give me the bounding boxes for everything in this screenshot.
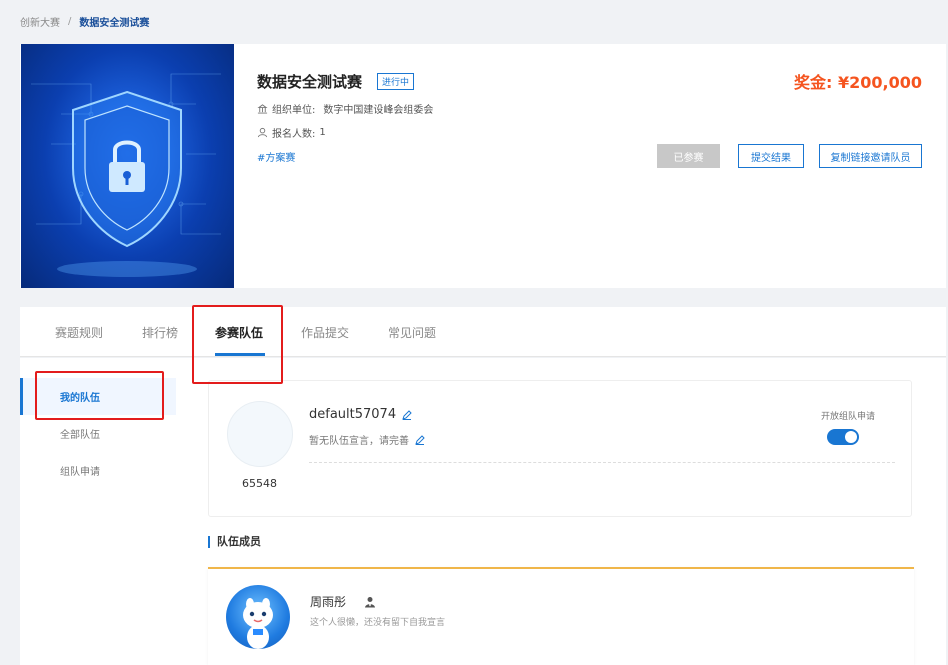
team-leader-icon bbox=[365, 596, 376, 607]
competition-banner-image bbox=[21, 44, 234, 288]
side-item-team-requests[interactable]: 组队申请 bbox=[20, 452, 176, 489]
team-card: 65548 default57074 暂无队伍宣言，请完善 开放组队申请 bbox=[208, 380, 912, 517]
member-description: 这个人很懒，还没有留下自我宣言 bbox=[310, 618, 446, 628]
team-slogan-row: 暂无队伍宣言，请完善 bbox=[309, 432, 425, 447]
members-section-title: 队伍成员 bbox=[208, 536, 261, 548]
team-name: default57074 bbox=[309, 407, 397, 422]
edit-slogan-icon[interactable] bbox=[415, 434, 425, 445]
building-icon bbox=[257, 104, 268, 114]
edit-name-icon[interactable] bbox=[402, 409, 412, 420]
divider bbox=[309, 462, 895, 463]
breadcrumb-parent-link[interactable]: 创新大赛 bbox=[20, 14, 60, 29]
shield-lock-icon bbox=[31, 73, 221, 277]
prize-value: ¥200,000 bbox=[837, 73, 922, 92]
breadcrumb: 创新大赛 / 数据安全测试赛 bbox=[20, 14, 149, 29]
highlight-box-teams-tab bbox=[192, 305, 283, 384]
tab-leaderboard[interactable]: 排行榜 bbox=[142, 324, 178, 341]
competition-type-tag[interactable]: #方案赛 bbox=[257, 149, 295, 164]
prize-amount: 奖金: ¥200,000 bbox=[794, 69, 922, 93]
tab-rules[interactable]: 赛题规则 bbox=[55, 324, 103, 341]
tab-submission[interactable]: 作品提交 bbox=[301, 324, 349, 341]
avatar[interactable] bbox=[226, 585, 290, 649]
copy-invite-link-button[interactable]: 复制链接邀请队员 bbox=[819, 144, 922, 168]
organizer-value: 数字中国建设峰会组委会 bbox=[323, 105, 434, 116]
breadcrumb-current: 数据安全测试赛 bbox=[79, 18, 150, 29]
team-avatar[interactable] bbox=[227, 401, 293, 467]
member-card: 周雨彤 这个人很懒，还没有留下自我宣言 bbox=[208, 567, 914, 665]
status-badge: 进行中 bbox=[377, 73, 415, 90]
tab-bar: 赛题规则 排行榜 参赛队伍 作品提交 常见问题 bbox=[20, 307, 946, 357]
open-apply-toggle[interactable] bbox=[827, 429, 859, 445]
competition-header: 数据安全测试赛 进行中 组织单位: 数字中国建设峰会组委会 报名人数: 1 #方… bbox=[20, 44, 946, 288]
highlight-box-my-team bbox=[35, 371, 164, 420]
prize-label: 奖金: bbox=[794, 73, 833, 92]
user-icon bbox=[257, 127, 268, 138]
open-apply-label: 开放组队申请 bbox=[820, 412, 875, 422]
member-name: 周雨彤 bbox=[310, 595, 347, 609]
signup-count: 1 bbox=[319, 127, 326, 138]
organizer-label: 组织单位: bbox=[272, 105, 316, 116]
joined-button[interactable]: 已参赛 bbox=[657, 144, 720, 168]
organizer-row: 组织单位: 数字中国建设峰会组委会 bbox=[257, 101, 433, 116]
competition-title: 数据安全测试赛 bbox=[257, 73, 363, 91]
team-id: 65548 bbox=[242, 477, 277, 490]
team-slogan: 暂无队伍宣言，请完善 bbox=[309, 436, 409, 447]
member-name-row: 周雨彤 bbox=[310, 593, 376, 610]
team-name-row: default57074 bbox=[309, 407, 412, 422]
signup-label: 报名人数: bbox=[272, 129, 316, 140]
mascot-avatar-icon bbox=[243, 598, 273, 649]
signup-row: 报名人数: 1 bbox=[257, 125, 326, 140]
breadcrumb-separator: / bbox=[68, 16, 72, 27]
side-item-all-teams[interactable]: 全部队伍 bbox=[20, 415, 176, 452]
submit-result-button[interactable]: 提交结果 bbox=[738, 144, 804, 168]
tab-faq[interactable]: 常见问题 bbox=[388, 324, 436, 341]
